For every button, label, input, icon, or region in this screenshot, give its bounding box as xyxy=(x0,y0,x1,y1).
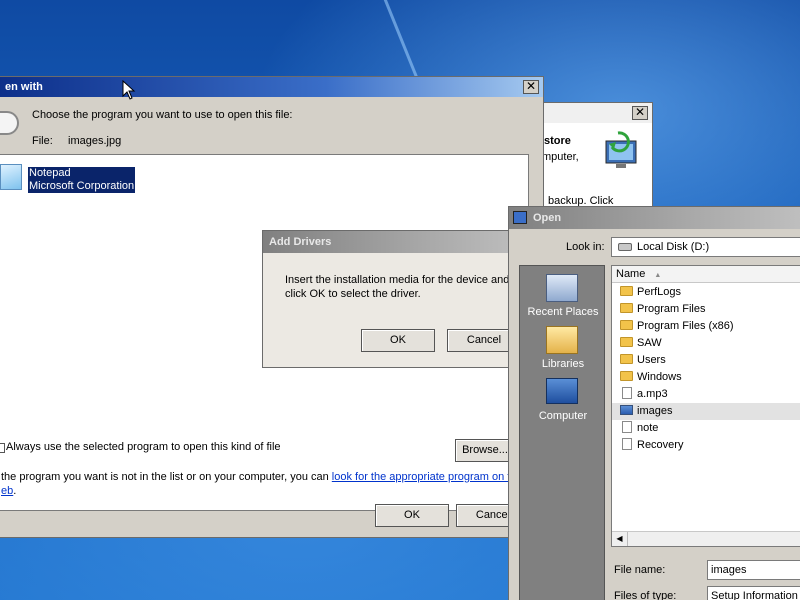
list-item[interactable]: SAW xyxy=(620,335,662,352)
list-item[interactable]: Program Files xyxy=(620,301,705,318)
add-drivers-line2: click OK to select the driver. xyxy=(285,288,421,300)
place-computer[interactable]: Computer xyxy=(520,410,606,422)
file-name-label: File name: xyxy=(614,564,666,576)
help-link-tail[interactable]: eb xyxy=(1,485,13,497)
file-name: images.jpg xyxy=(68,135,122,147)
wallpaper-streak xyxy=(377,0,422,87)
open-with-close-button[interactable]: ✕ xyxy=(523,80,539,94)
open-dialog-title: Open xyxy=(533,212,562,224)
scroll-left-icon[interactable]: ◀ xyxy=(612,532,628,546)
folder-icon xyxy=(620,354,633,364)
files-of-type-label: Files of type: xyxy=(614,590,677,600)
name-column-header[interactable]: Name ▲ xyxy=(612,266,800,283)
name-column-label: Name xyxy=(616,268,646,280)
recent-places-icon xyxy=(546,274,578,302)
open-dialog-titlebar: Open xyxy=(509,207,800,229)
horizontal-scrollbar[interactable]: ◀ xyxy=(612,531,800,546)
look-in-dropdown[interactable]: Local Disk (D:) xyxy=(611,237,800,257)
list-item[interactable]: a.mp3 xyxy=(620,386,668,403)
computer-icon xyxy=(546,378,578,404)
folder-icon xyxy=(620,371,633,381)
program-item-notepad[interactable]: Notepad Microsoft Corporation xyxy=(28,167,136,193)
mouse-cursor-icon xyxy=(122,80,136,100)
open-with-titlebar: en with xyxy=(0,77,543,97)
file-icon xyxy=(622,438,632,450)
list-item[interactable]: note xyxy=(620,420,658,437)
always-use-checkbox[interactable] xyxy=(0,443,5,453)
open-dialog-app-icon xyxy=(513,211,527,224)
computer-restore-icon xyxy=(605,131,637,168)
browse-button[interactable]: Browse... xyxy=(455,439,515,462)
files-of-type-dropdown[interactable]: Setup Information xyxy=(707,586,800,600)
look-in-value: Local Disk (D:) xyxy=(637,241,710,253)
look-in-label: Look in: xyxy=(566,241,605,253)
file-name-input[interactable]: images xyxy=(707,560,800,580)
place-libraries[interactable]: Libraries xyxy=(520,358,606,370)
places-bar: Recent Places Libraries Computer xyxy=(519,265,605,600)
help-text: the program you want is not in the list … xyxy=(1,471,511,483)
list-item-selected[interactable]: images xyxy=(612,403,800,420)
list-item[interactable]: Users xyxy=(620,352,666,369)
add-drivers-line1: Insert the installation media for the de… xyxy=(285,274,510,286)
open-file-dialog: Open Look in: Local Disk (D:) Recent Pla… xyxy=(508,206,800,600)
help-link[interactable]: look for the appropriate program on t xyxy=(332,471,511,483)
open-with-title: en with xyxy=(5,81,43,93)
file-icon xyxy=(622,421,632,433)
place-recent[interactable]: Recent Places xyxy=(520,306,606,318)
backup-heading: store xyxy=(544,135,571,147)
file-label: File: xyxy=(32,135,53,147)
folder-icon xyxy=(620,286,633,296)
folder-icon xyxy=(620,303,633,313)
file-list: Name ▲ PerfLogs Program Files Program Fi… xyxy=(611,265,800,547)
sort-ascending-icon: ▲ xyxy=(654,272,662,279)
open-with-prompt: Choose the program you want to use to op… xyxy=(32,109,293,121)
libraries-icon xyxy=(546,326,578,354)
program-publisher: Microsoft Corporation xyxy=(29,180,135,192)
file-icon xyxy=(622,387,632,399)
add-drivers-titlebar: Add Drivers xyxy=(263,231,531,253)
file-icon xyxy=(0,111,19,135)
folder-icon xyxy=(620,320,633,330)
folder-icon xyxy=(620,337,633,347)
drive-icon xyxy=(618,243,632,251)
image-icon xyxy=(620,405,633,415)
help-text-line2: eb. xyxy=(1,485,17,497)
program-name: Notepad xyxy=(29,167,71,179)
backup-window: ✕ store mputer, backup. Click xyxy=(541,102,653,214)
add-drivers-dialog: Add Drivers Insert the installation medi… xyxy=(262,230,532,368)
add-drivers-ok-button[interactable]: OK xyxy=(361,329,435,352)
list-item[interactable]: Windows xyxy=(620,369,682,386)
always-use-label: Always use the selected program to open … xyxy=(6,441,281,453)
add-drivers-title: Add Drivers xyxy=(269,236,332,248)
list-item[interactable]: Recovery xyxy=(620,437,683,454)
backup-close-button[interactable]: ✕ xyxy=(632,106,648,120)
open-with-ok-button[interactable]: OK xyxy=(375,504,449,527)
list-item[interactable]: Program Files (x86) xyxy=(620,318,734,335)
list-item[interactable]: PerfLogs xyxy=(620,284,681,301)
backup-text-line1: mputer, xyxy=(542,151,579,163)
notepad-icon xyxy=(0,164,22,190)
